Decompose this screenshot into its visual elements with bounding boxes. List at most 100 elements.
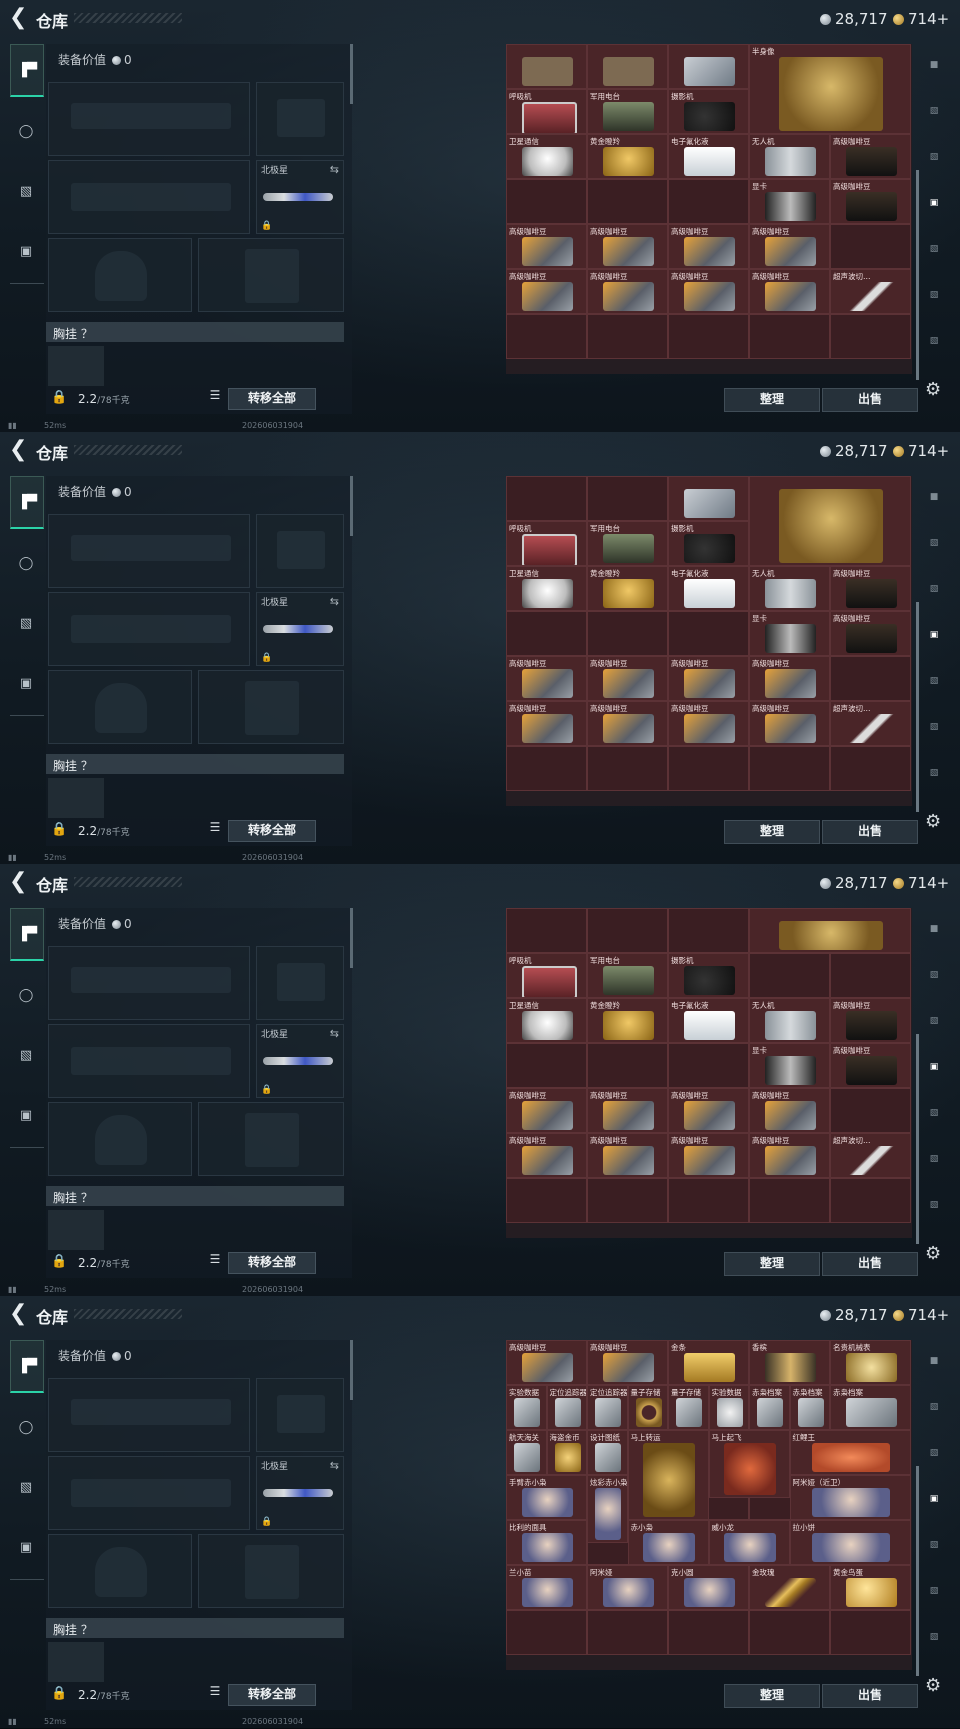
- warehouse-scrollbar[interactable]: [916, 602, 919, 812]
- primary-weapon-slot[interactable]: [48, 82, 250, 156]
- armor-slot[interactable]: [198, 238, 344, 312]
- empty-grid-cell[interactable]: [830, 224, 911, 269]
- sidearm-slot[interactable]: [256, 514, 344, 588]
- empty-grid-cell[interactable]: [830, 1610, 911, 1655]
- tab-weapons[interactable]: ▐▀: [10, 476, 44, 529]
- inventory-item[interactable]: 赤小枭: [627, 1520, 709, 1565]
- inventory-item[interactable]: 高级咖啡豆: [830, 566, 911, 611]
- tab-storage-2[interactable]: ▧: [920, 1006, 948, 1036]
- inventory-item[interactable]: 实验数据: [506, 1385, 547, 1430]
- tab-storage-1[interactable]: ▧: [920, 1392, 948, 1422]
- inventory-item[interactable]: 摄影机: [668, 521, 749, 566]
- inventory-item[interactable]: [668, 476, 749, 521]
- inventory-item[interactable]: 量子存储: [668, 1385, 709, 1430]
- inventory-item[interactable]: 高级咖啡豆: [830, 1043, 911, 1088]
- chest-rig-slot[interactable]: [48, 1210, 104, 1250]
- chest-rig-header[interactable]: 胸挂 ？: [46, 1618, 344, 1638]
- tab-storage-6[interactable]: ▧: [920, 1622, 948, 1652]
- back-chevron-icon[interactable]: ❮: [9, 439, 27, 461]
- inventory-item[interactable]: 黄金鸟蛋: [830, 1565, 911, 1610]
- empty-grid-cell[interactable]: [830, 656, 911, 701]
- inventory-item[interactable]: 赤枭档案: [789, 1385, 830, 1430]
- tab-weapons[interactable]: ▐▀: [10, 908, 44, 961]
- primary-weapon-slot[interactable]: [48, 514, 250, 588]
- inventory-item[interactable]: 高级咖啡豆: [587, 269, 668, 314]
- tab-storage-2[interactable]: ▧: [920, 574, 948, 604]
- tab-storage-5[interactable]: ▧: [920, 712, 948, 742]
- empty-grid-cell[interactable]: [587, 611, 668, 656]
- transfer-all-button[interactable]: 转移全部: [228, 1684, 316, 1706]
- transfer-all-button[interactable]: 转移全部: [228, 1252, 316, 1274]
- inventory-item[interactable]: 高级咖啡豆: [506, 701, 587, 746]
- primary-weapon-slot[interactable]: [48, 946, 250, 1020]
- tab-storage-1[interactable]: ▧: [920, 528, 948, 558]
- gear-icon[interactable]: ⚙: [925, 811, 941, 832]
- sort-button[interactable]: 整理: [724, 388, 820, 412]
- inventory-item[interactable]: 高级咖啡豆: [587, 1340, 668, 1385]
- inventory-item[interactable]: 超声波切…: [830, 269, 911, 314]
- tab-storage-4[interactable]: ▧: [920, 666, 948, 696]
- swap-icon[interactable]: ⇆: [330, 163, 339, 176]
- inventory-item[interactable]: 呼吸机: [506, 953, 587, 998]
- inventory-item[interactable]: 定位追踪器: [546, 1385, 587, 1430]
- empty-grid-cell[interactable]: [506, 314, 587, 359]
- lock-icon[interactable]: 🔒: [51, 1686, 67, 1701]
- tab-storage-5[interactable]: ▧: [920, 280, 948, 310]
- empty-grid-cell[interactable]: [749, 953, 830, 998]
- inventory-item[interactable]: 电子氟化液: [668, 566, 749, 611]
- melee-slot[interactable]: 北极星 ⇆ 🔒: [256, 1456, 344, 1530]
- inventory-item[interactable]: 高级咖啡豆: [830, 611, 911, 656]
- inventory-item[interactable]: 威小龙: [708, 1520, 790, 1565]
- sell-button[interactable]: 出售: [822, 1252, 918, 1276]
- lock-icon[interactable]: 🔒: [51, 822, 67, 837]
- empty-grid-cell[interactable]: [587, 908, 668, 953]
- chest-rig-header[interactable]: 胸挂 ？: [46, 322, 344, 342]
- helmet-slot[interactable]: [48, 1534, 192, 1608]
- inventory-item[interactable]: 兰小苗: [506, 1565, 587, 1610]
- inventory-item[interactable]: [506, 44, 587, 89]
- inventory-item[interactable]: 高级咖啡豆: [749, 1088, 830, 1133]
- inventory-item[interactable]: 半身像: [749, 44, 911, 134]
- sidearm-slot[interactable]: [256, 1378, 344, 1452]
- tab-backpack[interactable]: ▣: [10, 658, 42, 708]
- sidearm-slot[interactable]: [256, 946, 344, 1020]
- silver-currency[interactable]: 28,717: [820, 874, 888, 892]
- inventory-item[interactable]: 高级咖啡豆: [668, 269, 749, 314]
- chest-rig-slot[interactable]: [48, 1642, 104, 1682]
- inventory-item[interactable]: 黄金瞪羚: [587, 998, 668, 1043]
- empty-grid-cell[interactable]: [749, 1610, 830, 1655]
- inventory-item[interactable]: 高级咖啡豆: [587, 656, 668, 701]
- empty-grid-cell[interactable]: [587, 1043, 668, 1088]
- empty-grid-cell[interactable]: [506, 611, 587, 656]
- inventory-item[interactable]: 超声波切…: [830, 701, 911, 746]
- helmet-slot[interactable]: [48, 1102, 192, 1176]
- inventory-item[interactable]: 马上转运: [627, 1430, 709, 1520]
- empty-grid-cell[interactable]: [587, 179, 668, 224]
- list-icon[interactable]: ☰: [206, 820, 224, 840]
- empty-grid-cell[interactable]: [587, 476, 668, 521]
- gear-icon[interactable]: ⚙: [925, 1675, 941, 1696]
- tab-all-icon[interactable]: ■: [920, 50, 948, 80]
- inventory-item[interactable]: 高级咖啡豆: [749, 1133, 830, 1178]
- melee-slot[interactable]: 北极星 ⇆ 🔒: [256, 592, 344, 666]
- tab-vest[interactable]: ▧: [10, 1462, 42, 1512]
- empty-grid-cell[interactable]: [506, 179, 587, 224]
- inventory-item[interactable]: 卫星通信: [506, 998, 587, 1043]
- tab-storage-1[interactable]: ▧: [920, 96, 948, 126]
- inventory-item[interactable]: 无人机: [749, 566, 830, 611]
- warehouse-scrollbar[interactable]: [916, 1466, 919, 1676]
- inventory-item[interactable]: 高级咖啡豆: [587, 1133, 668, 1178]
- inventory-item[interactable]: [587, 44, 668, 89]
- inventory-item[interactable]: 定位追踪器: [587, 1385, 628, 1430]
- tab-vest[interactable]: ▧: [10, 166, 42, 216]
- tab-weapons[interactable]: ▐▀: [10, 1340, 44, 1393]
- armor-slot[interactable]: [198, 670, 344, 744]
- chest-rig-slot[interactable]: [48, 346, 104, 386]
- empty-grid-cell[interactable]: [668, 1043, 749, 1088]
- back-chevron-icon[interactable]: ❮: [9, 7, 27, 29]
- empty-grid-cell[interactable]: [587, 746, 668, 791]
- inventory-item[interactable]: 高级咖啡豆: [506, 269, 587, 314]
- inventory-item[interactable]: 高级咖啡豆: [668, 1133, 749, 1178]
- inventory-item[interactable]: 克小圆: [668, 1565, 749, 1610]
- tab-storage-5[interactable]: ▧: [920, 1576, 948, 1606]
